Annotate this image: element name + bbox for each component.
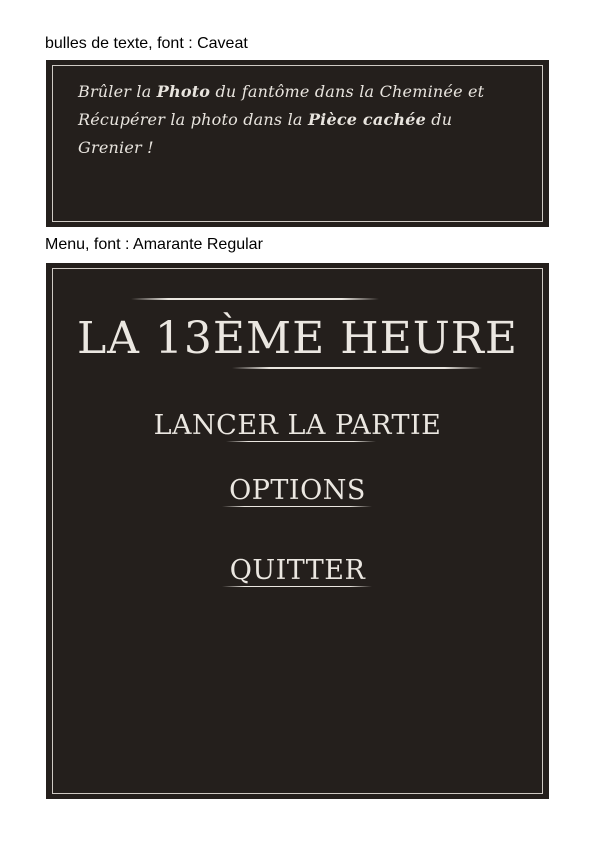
- bubble-line-2-start: Récupérer la photo dans la: [78, 110, 308, 129]
- title-top-flourish: [131, 298, 379, 300]
- bubble-line-1: Brûler la Photo du fantôme dans la Chemi…: [78, 78, 518, 106]
- bubble-keyword-hidden-room: Pièce cachée: [307, 110, 426, 129]
- options-underline: [222, 506, 372, 507]
- main-menu-panel: LA 13ÈME HEURE LANCER LA PARTIE OPTIONS …: [46, 263, 549, 799]
- menu-caption: Menu, font : Amarante Regular: [45, 236, 263, 253]
- start-game-button[interactable]: LANCER LA PARTIE: [46, 409, 549, 443]
- options-button[interactable]: OPTIONS: [46, 474, 549, 508]
- bubble-caption: bulles de texte, font : Caveat: [45, 35, 248, 52]
- bubble-line-2: Récupérer la photo dans la Pièce cachée …: [78, 106, 518, 162]
- start-game-underline: [226, 441, 376, 442]
- quit-button[interactable]: QUITTER: [46, 554, 549, 588]
- speech-bubble-panel: Brûler la Photo du fantôme dans la Chemi…: [46, 60, 549, 227]
- bubble-keyword-photo: Photo: [156, 82, 211, 101]
- game-title: LA 13ÈME HEURE: [76, 313, 519, 364]
- bubble-line-1-start: Brûler la: [78, 82, 157, 101]
- speech-bubble-text: Brûler la Photo du fantôme dans la Chemi…: [78, 78, 518, 162]
- title-bottom-flourish: [232, 367, 482, 369]
- quit-underline: [222, 586, 372, 587]
- bubble-line-1-end: du fantôme dans la Cheminée et: [210, 82, 485, 101]
